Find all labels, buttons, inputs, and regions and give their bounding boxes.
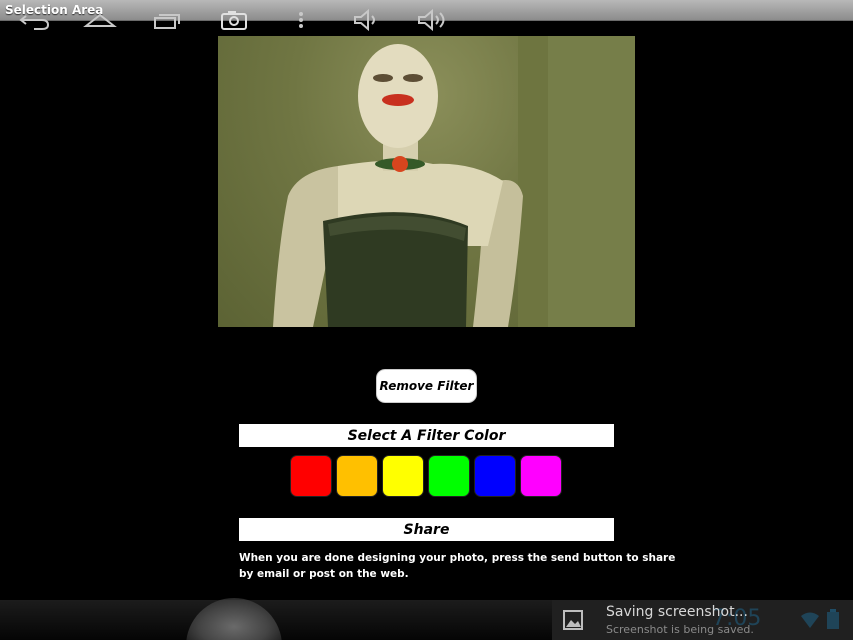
recent-apps-icon[interactable] — [151, 8, 185, 32]
filter-color-swatches — [290, 455, 563, 497]
remove-filter-button[interactable]: Remove Filter — [376, 369, 477, 403]
share-header: Share — [239, 518, 614, 541]
filter-swatch-green[interactable] — [428, 455, 470, 497]
filter-color-header: Select A Filter Color — [239, 424, 614, 447]
filter-swatch-red[interactable] — [290, 455, 332, 497]
filter-swatch-magenta[interactable] — [520, 455, 562, 497]
volume-down-icon[interactable] — [350, 8, 384, 32]
notification-subtitle: Screenshot is being saved. — [606, 623, 754, 636]
share-instructions-line2: by email or post on the web. — [239, 568, 409, 580]
menu-icon[interactable] — [284, 8, 318, 32]
camera-icon[interactable] — [217, 8, 251, 32]
back-icon[interactable] — [18, 8, 52, 32]
notification-title: Saving screenshot... — [606, 604, 748, 620]
photo-preview — [218, 36, 635, 327]
share-instructions: When you are done designing your photo, … — [239, 550, 676, 582]
filter-swatch-blue[interactable] — [474, 455, 516, 497]
photo-image — [273, 36, 635, 327]
share-instructions-line1: When you are done designing your photo, … — [239, 552, 676, 564]
filter-swatch-yellow[interactable] — [382, 455, 424, 497]
image-icon — [563, 610, 583, 630]
filter-swatch-orange[interactable] — [336, 455, 378, 497]
volume-up-icon[interactable] — [416, 8, 450, 32]
battery-icon — [827, 609, 839, 629]
home-icon[interactable] — [83, 8, 117, 32]
wifi-icon — [801, 612, 819, 628]
